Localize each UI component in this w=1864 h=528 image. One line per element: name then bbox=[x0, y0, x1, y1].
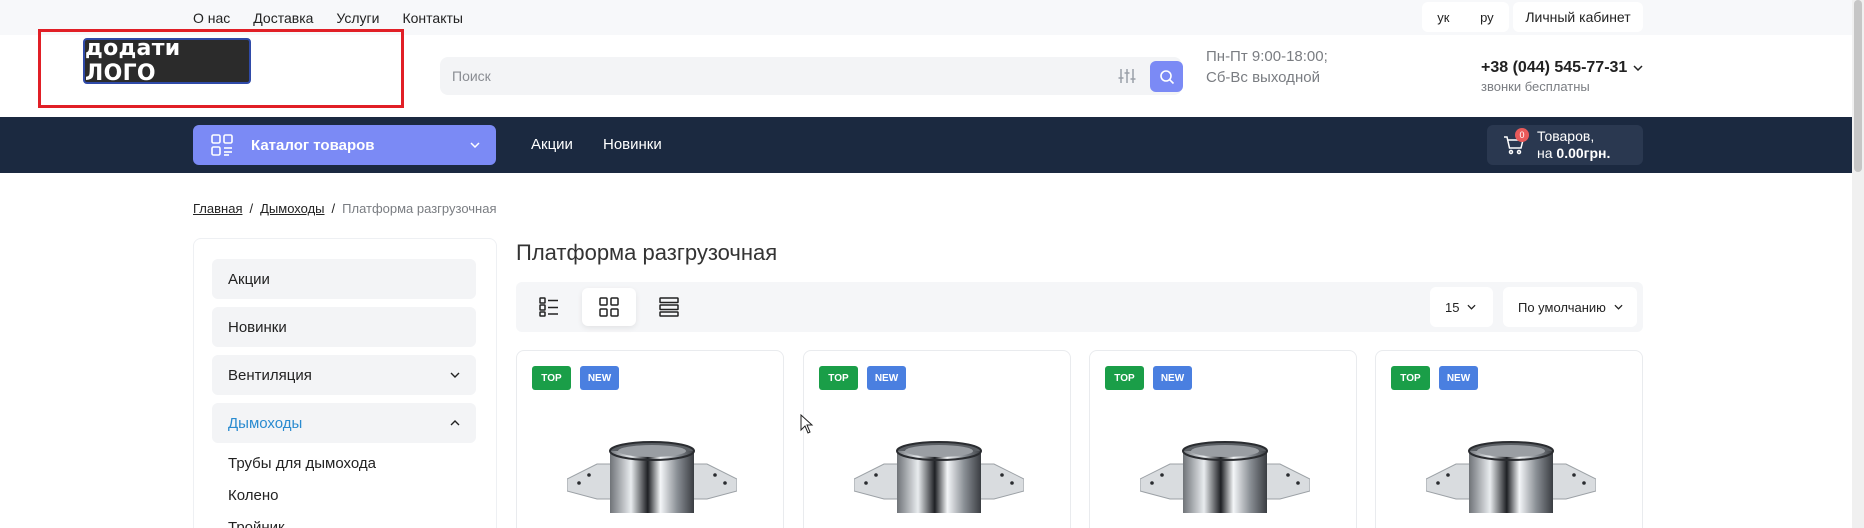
sidebar-item-label: Вентиляция bbox=[228, 366, 312, 384]
breadcrumb: Главная / Дымоходы / Платформа разгрузоч… bbox=[193, 201, 496, 216]
grid-view-icon bbox=[599, 297, 619, 317]
rows-view-icon bbox=[659, 297, 679, 317]
mouse-cursor-icon bbox=[800, 414, 814, 434]
product-card[interactable]: TOP NEW bbox=[516, 350, 784, 528]
tag-top-badge: TOP bbox=[819, 366, 858, 390]
search-button[interactable] bbox=[1150, 61, 1183, 92]
phone-dropdown[interactable]: +38 (044) 545-77-31 bbox=[1481, 59, 1643, 77]
sidebar-subitem-elbow[interactable]: Колено bbox=[228, 487, 278, 504]
cart-count-badge: 0 bbox=[1515, 128, 1529, 142]
breadcrumb-separator: / bbox=[331, 201, 336, 216]
tag-new-badge: NEW bbox=[1439, 366, 1478, 390]
view-rows-button[interactable] bbox=[642, 288, 696, 326]
nav-link-promotions[interactable]: Акции bbox=[531, 136, 573, 153]
sidebar-subitem-pipes[interactable]: Трубы для дымохода bbox=[228, 455, 376, 472]
product-card[interactable]: TOP NEW bbox=[803, 350, 1071, 528]
view-grid-button[interactable] bbox=[582, 288, 636, 326]
breadcrumb-current: Платформа разгрузочная bbox=[342, 201, 497, 216]
catalog-label: Каталог товаров bbox=[251, 136, 375, 154]
catalog-button[interactable]: Каталог товаров bbox=[193, 125, 496, 165]
product-image[interactable] bbox=[854, 439, 1024, 528]
working-hours: Пн-Пт 9:00-18:00; Сб-Вс выходной bbox=[1206, 46, 1328, 88]
product-image[interactable] bbox=[567, 439, 737, 528]
sidebar-item-label: Новинки bbox=[228, 318, 287, 336]
grid-icon bbox=[211, 134, 233, 156]
list-view-icon bbox=[539, 297, 558, 317]
sidebar-item-promotions[interactable]: Акции bbox=[212, 259, 476, 299]
breadcrumb-home[interactable]: Главная bbox=[193, 201, 242, 216]
cart-items-label: Товаров, bbox=[1537, 128, 1595, 144]
hours-weekdays: Пн-Пт 9:00-18:00; bbox=[1206, 48, 1328, 65]
chevron-down-icon bbox=[450, 372, 460, 378]
logo[interactable]: додати ЛОГО bbox=[83, 36, 251, 86]
sort-select[interactable]: По умолчанию bbox=[1503, 287, 1637, 327]
chevron-down-icon bbox=[1614, 304, 1623, 310]
chevron-down-icon bbox=[470, 142, 480, 148]
page-scrollbar[interactable] bbox=[1852, 0, 1864, 528]
sidebar-subitem-tee[interactable]: Тройник bbox=[228, 519, 285, 528]
search-box bbox=[440, 57, 1182, 95]
cart-summary: Товаров, на 0.00грн. bbox=[1537, 128, 1610, 162]
sidebar-item-label: Дымоходы bbox=[228, 414, 303, 432]
per-page-value: 15 bbox=[1445, 299, 1460, 315]
nav-link-new[interactable]: Новинки bbox=[603, 136, 662, 153]
scrollbar-thumb[interactable] bbox=[1854, 0, 1862, 172]
cart-icon: 0 bbox=[1503, 128, 1529, 156]
per-page-select[interactable]: 15 bbox=[1430, 287, 1493, 327]
tag-top-badge: TOP bbox=[532, 366, 571, 390]
tag-new-badge: NEW bbox=[867, 366, 906, 390]
tag-top-badge: TOP bbox=[1391, 366, 1430, 390]
language-switcher: ук ру bbox=[1422, 2, 1509, 32]
personal-cabinet-button[interactable]: Личный кабинет bbox=[1513, 2, 1643, 32]
chevron-down-icon bbox=[1633, 65, 1643, 71]
sidebar-item-ventilation[interactable]: Вентиляция bbox=[212, 355, 476, 395]
product-card[interactable]: TOP NEW bbox=[1375, 350, 1643, 528]
breadcrumb-section[interactable]: Дымоходы bbox=[260, 201, 324, 216]
tag-new-badge: NEW bbox=[1153, 366, 1192, 390]
tag-top-badge: TOP bbox=[1105, 366, 1144, 390]
top-link-about[interactable]: О нас bbox=[193, 10, 230, 26]
sidebar-item-chimneys[interactable]: Дымоходы bbox=[212, 403, 476, 443]
product-image[interactable] bbox=[1426, 439, 1596, 528]
top-link-services[interactable]: Услуги bbox=[336, 10, 379, 26]
phone-note: звонки бесплатны bbox=[1481, 79, 1590, 94]
chevron-up-icon bbox=[450, 420, 460, 426]
cart-button[interactable]: 0 Товаров, на 0.00грн. bbox=[1487, 125, 1643, 165]
search-icon bbox=[1159, 69, 1174, 84]
filter-sliders-icon[interactable] bbox=[1113, 64, 1141, 88]
cart-total-prefix: на bbox=[1537, 145, 1557, 161]
top-link-contacts[interactable]: Контакты bbox=[402, 10, 462, 26]
breadcrumb-separator: / bbox=[249, 201, 254, 216]
search-input[interactable] bbox=[452, 57, 1112, 95]
chevron-down-icon bbox=[1467, 304, 1477, 310]
top-link-delivery[interactable]: Доставка bbox=[253, 10, 313, 26]
hours-weekend: Сб-Вс выходной bbox=[1206, 69, 1320, 86]
product-card[interactable]: TOP NEW bbox=[1089, 350, 1357, 528]
phone-number[interactable]: +38 (044) 545-77-31 bbox=[1481, 59, 1627, 77]
lang-ru-button[interactable]: ру bbox=[1480, 10, 1494, 25]
sidebar-item-label: Акции bbox=[228, 270, 270, 288]
sort-value: По умолчанию bbox=[1518, 299, 1606, 315]
sidebar-item-new[interactable]: Новинки bbox=[212, 307, 476, 347]
tag-new-badge: NEW bbox=[580, 366, 619, 390]
lang-uk-button[interactable]: ук bbox=[1437, 10, 1449, 25]
cart-total: 0.00грн. bbox=[1556, 145, 1611, 161]
page-title: Платформа разгрузочная bbox=[516, 240, 778, 265]
view-list-detailed-button[interactable] bbox=[522, 288, 576, 326]
product-image[interactable] bbox=[1140, 439, 1310, 528]
